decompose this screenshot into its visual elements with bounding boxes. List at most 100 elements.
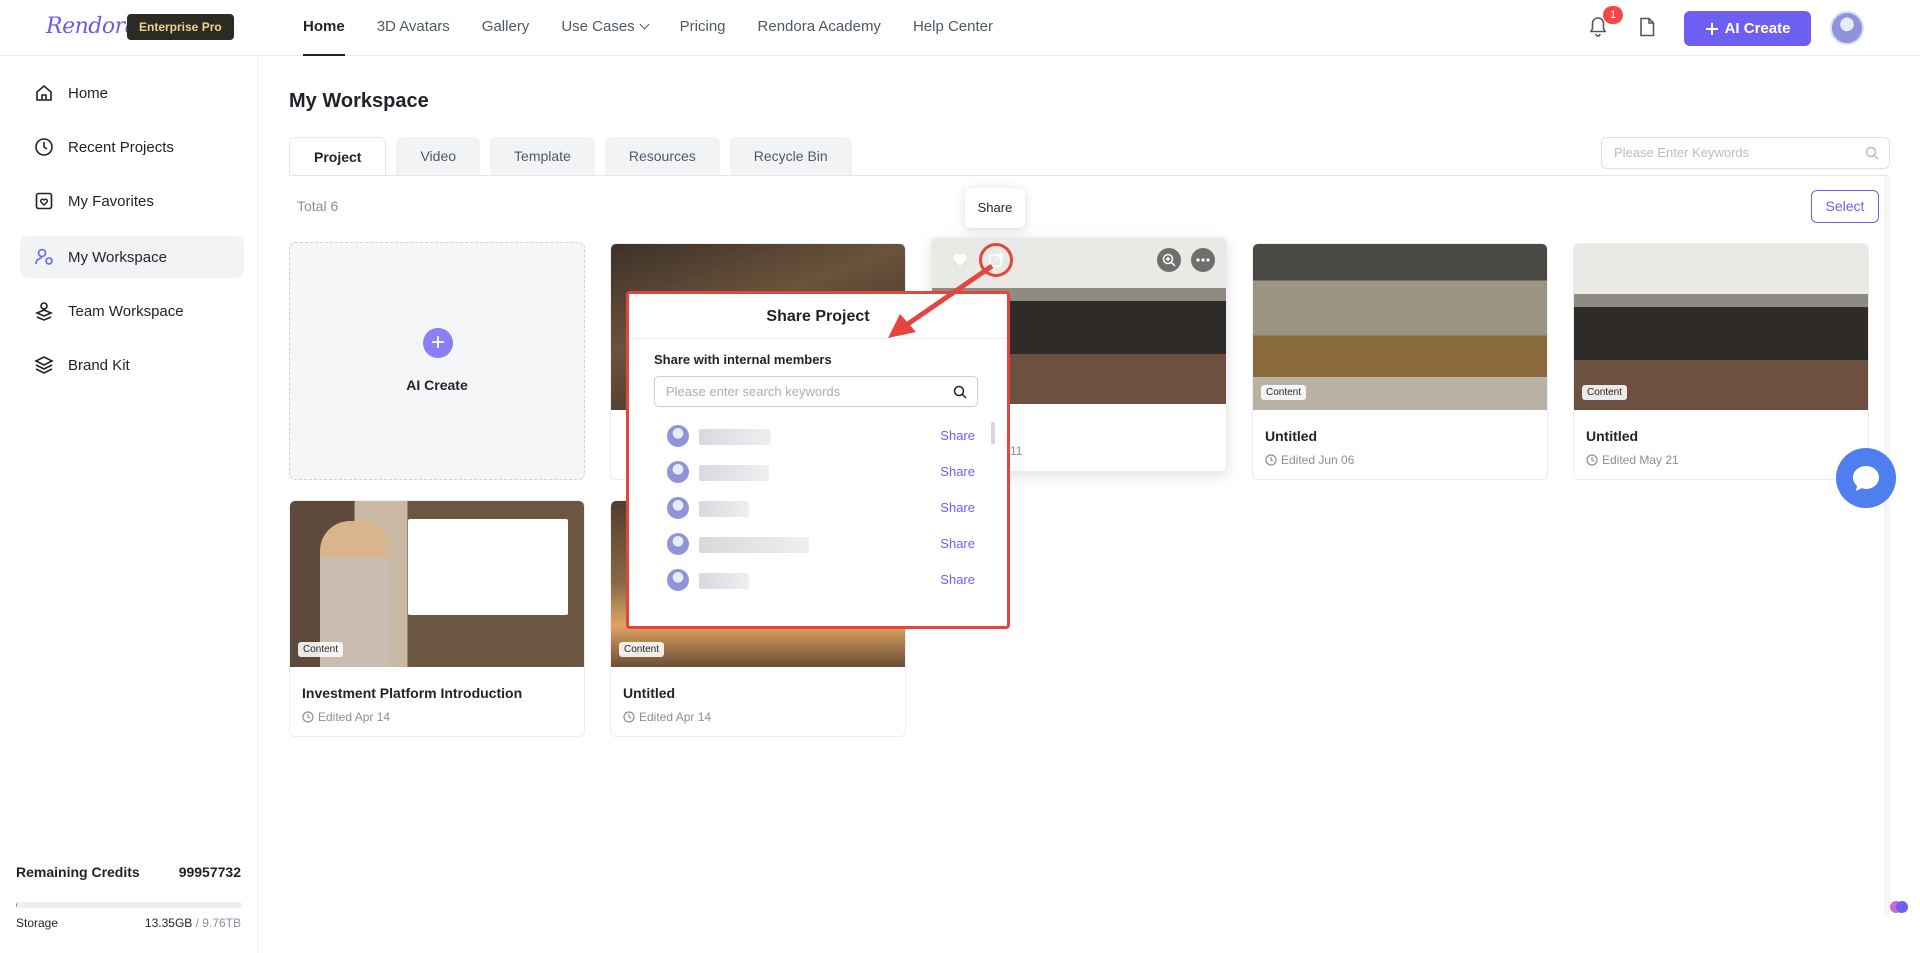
nav-pricing[interactable]: Pricing xyxy=(680,0,726,56)
home-icon xyxy=(36,84,52,101)
rendora-logo[interactable]: Rendora xyxy=(46,14,138,39)
favorites-icon xyxy=(35,192,53,210)
member-avatar xyxy=(667,425,689,447)
share-panel-subtitle: Share with internal members xyxy=(654,352,832,367)
nav-use-cases-label: Use Cases xyxy=(561,18,635,35)
nav-3d-avatars[interactable]: 3D Avatars xyxy=(377,0,450,56)
ai-create-card-label: AI Create xyxy=(406,377,468,393)
keyword-search-input[interactable]: Please Enter Keywords xyxy=(1601,137,1890,169)
clock-icon xyxy=(35,138,53,156)
member-row: Share xyxy=(667,566,987,596)
tab-resources[interactable]: Resources xyxy=(604,137,720,175)
sidebar-item-label: Home xyxy=(68,84,109,102)
nav-gallery[interactable]: Gallery xyxy=(482,0,530,56)
member-search-input[interactable]: Please enter search keywords xyxy=(654,376,978,407)
member-share-button[interactable]: Share xyxy=(940,572,975,587)
nav-help-center[interactable]: Help Center xyxy=(913,0,993,56)
more-icon[interactable] xyxy=(1191,248,1215,272)
member-row: Share xyxy=(667,422,987,452)
chat-support-button[interactable] xyxy=(1836,448,1896,508)
sidebar-item-label: Team Workspace xyxy=(68,302,184,320)
member-row: Share xyxy=(667,530,987,560)
edited-date: Edited Apr 14 xyxy=(623,710,893,724)
total-count: Total 6 xyxy=(297,198,339,214)
project-card[interactable]: Content Untitled Edited Jun 06 xyxy=(1252,243,1548,480)
member-share-button[interactable]: Share xyxy=(940,500,975,515)
search-icon[interactable] xyxy=(953,385,967,399)
clock-icon xyxy=(1586,454,1598,466)
content-tag: Content xyxy=(619,642,665,657)
page-scrollbar[interactable] xyxy=(1884,176,1890,916)
member-name-redacted xyxy=(699,573,749,589)
sidebar-item-team-workspace[interactable]: Team Workspace xyxy=(20,290,244,332)
nav-home[interactable]: Home xyxy=(303,0,345,56)
project-card[interactable]: Content Investment Platform Introduction… xyxy=(289,500,585,737)
member-name-redacted xyxy=(699,501,749,517)
notification-count-badge: 1 xyxy=(1603,6,1623,24)
tab-project[interactable]: Project xyxy=(289,137,387,175)
plus-icon: + xyxy=(423,328,453,358)
clock-icon xyxy=(302,711,314,723)
select-button[interactable]: Select xyxy=(1811,190,1879,223)
remaining-credits-value: 99957732 xyxy=(178,864,241,880)
tab-video[interactable]: Video xyxy=(396,137,481,175)
project-thumbnail: Content xyxy=(1253,244,1547,410)
content-tag: Content xyxy=(1582,385,1628,400)
chevron-down-icon xyxy=(639,19,650,30)
edited-date: Edited Apr 14 xyxy=(302,710,572,724)
workspace-icon xyxy=(35,248,53,265)
workspace-tabs: Project Video Template Resources Recycle… xyxy=(289,137,862,175)
project-title: Investment Platform Introduction xyxy=(302,685,523,701)
page-title: My Workspace xyxy=(289,90,429,112)
member-share-button[interactable]: Share xyxy=(940,536,975,551)
sidebar-item-label: Brand Kit xyxy=(68,356,130,374)
ai-create-card[interactable]: + AI Create xyxy=(289,242,585,480)
project-card[interactable]: Content Untitled Edited May 21 xyxy=(1573,243,1869,480)
zoom-in-icon[interactable] xyxy=(1157,248,1181,272)
member-row: Share xyxy=(667,458,987,488)
remaining-credits-label: Remaining Credits xyxy=(16,864,140,880)
plan-badge: Enterprise Pro xyxy=(127,14,234,40)
sidebar-item-brand-kit[interactable]: Brand Kit xyxy=(20,344,244,386)
sidebar-item-my-workspace[interactable]: My Workspace xyxy=(20,236,244,278)
main-nav: Home 3D Avatars Gallery Use Cases Pricin… xyxy=(303,0,1025,56)
share-panel-scrollbar[interactable] xyxy=(991,422,995,444)
edited-date: Edited May 21 xyxy=(1586,453,1856,467)
search-icon[interactable] xyxy=(1865,146,1879,160)
tabs-divider xyxy=(289,175,1889,176)
content-tag: Content xyxy=(298,642,344,657)
sidebar-item-recent-projects[interactable]: Recent Projects xyxy=(20,126,244,168)
nav-academy[interactable]: Rendora Academy xyxy=(758,0,881,56)
user-avatar[interactable] xyxy=(1830,11,1864,45)
project-title: Untitled xyxy=(1586,428,1639,444)
document-icon[interactable] xyxy=(1638,17,1656,37)
member-name-redacted xyxy=(699,429,771,445)
member-avatar xyxy=(667,497,689,519)
storage-total: / 9.76TB xyxy=(195,916,241,930)
ai-create-button[interactable]: AI Create xyxy=(1684,11,1811,46)
member-name-redacted xyxy=(699,465,769,481)
sidebar-item-my-favorites[interactable]: My Favorites xyxy=(20,180,244,222)
tab-recycle-bin[interactable]: Recycle Bin xyxy=(729,137,852,175)
member-share-button[interactable]: Share xyxy=(940,464,975,479)
nav-use-cases[interactable]: Use Cases xyxy=(561,0,650,56)
edited-date-text: Edited May 21 xyxy=(1602,453,1679,467)
project-title: Untitled xyxy=(623,685,676,701)
annotation-arrow-icon xyxy=(888,263,994,338)
member-share-button[interactable]: Share xyxy=(940,428,975,443)
team-icon xyxy=(34,302,54,321)
sidebar-item-home[interactable]: Home xyxy=(20,72,244,114)
edited-date: Edited Jun 06 xyxy=(1265,453,1535,467)
member-name-redacted xyxy=(699,537,809,553)
storage-label: Storage xyxy=(16,916,59,930)
brain-icon[interactable] xyxy=(1888,896,1910,918)
sidebar: Home Recent Projects My Favorites My Wor… xyxy=(0,56,258,953)
ai-create-label: AI Create xyxy=(1724,20,1791,37)
member-avatar xyxy=(667,569,689,591)
slide-preview xyxy=(408,519,568,615)
edited-date-text: Edited Apr 14 xyxy=(639,710,712,724)
tab-template[interactable]: Template xyxy=(490,137,595,175)
plus-icon xyxy=(1705,22,1718,35)
project-thumbnail: Content xyxy=(290,501,584,667)
sidebar-item-label: My Favorites xyxy=(68,192,154,210)
